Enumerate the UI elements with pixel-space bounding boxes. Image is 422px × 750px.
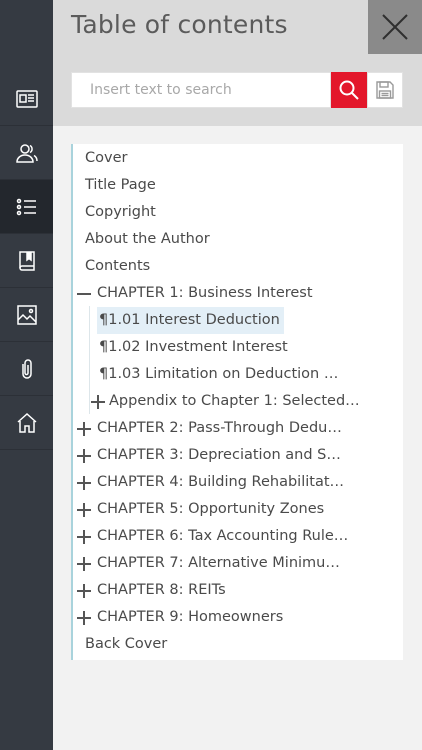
- home-icon: [17, 412, 36, 433]
- toc-item-contents[interactable]: Contents: [85, 253, 150, 280]
- toc-item-chapter-4[interactable]: CHAPTER 4: Building Rehabilitat…: [97, 469, 344, 496]
- toc-item-chapter-6[interactable]: CHAPTER 6: Tax Accounting Rule…: [97, 523, 348, 550]
- floppy-disk-icon: [376, 81, 394, 99]
- search-input[interactable]: [72, 73, 332, 107]
- toc-item-appendix-1[interactable]: Appendix to Chapter 1: Selected…: [109, 388, 360, 415]
- toc-item-chapter-9[interactable]: CHAPTER 9: Homeowners: [97, 604, 283, 631]
- toc-panel: Table of contents Cover Title Page: [53, 0, 422, 750]
- toc-item-section-1-03[interactable]: ¶1.03 Limitation on Deduction …: [99, 361, 338, 388]
- left-nav-rail: [0, 0, 53, 750]
- expand-icon[interactable]: [77, 476, 91, 490]
- toc-item-section-1-02[interactable]: ¶1.02 Investment Interest: [99, 334, 288, 361]
- close-button[interactable]: [368, 0, 422, 54]
- rail-item-cover[interactable]: [0, 72, 53, 126]
- image-gallery-icon: [16, 304, 37, 325]
- rail-item-authors[interactable]: [0, 126, 53, 180]
- toc-item-chapter-5[interactable]: CHAPTER 5: Opportunity Zones: [97, 496, 324, 523]
- toc-item-copyright[interactable]: Copyright: [85, 199, 156, 226]
- rail-item-toc[interactable]: [0, 180, 53, 234]
- toc-item-chapter-2[interactable]: CHAPTER 2: Pass-Through Dedu…: [97, 415, 342, 442]
- close-icon: [382, 14, 408, 40]
- collapse-icon[interactable]: [77, 287, 91, 301]
- toc-list-icon: [16, 198, 36, 215]
- chapter-1-subtree-line: [89, 306, 90, 414]
- expand-icon[interactable]: [77, 422, 91, 436]
- expand-icon[interactable]: [77, 611, 91, 625]
- expand-icon[interactable]: [77, 584, 91, 598]
- toc-item-chapter-7[interactable]: CHAPTER 7: Alternative Minimu…: [97, 550, 340, 577]
- expand-icon[interactable]: [77, 503, 91, 517]
- bookmark-book-icon: [18, 250, 35, 271]
- toc-item-about-author[interactable]: About the Author: [85, 226, 210, 253]
- toc-item-cover[interactable]: Cover: [85, 145, 127, 172]
- rail-item-attachments[interactable]: [0, 342, 53, 396]
- book-cover-icon: [15, 89, 38, 108]
- toc-tree: Cover Title Page Copyright About the Aut…: [71, 144, 403, 660]
- search-button[interactable]: [331, 72, 367, 108]
- toc-item-chapter-1[interactable]: CHAPTER 1: Business Interest: [97, 280, 313, 307]
- toc-item-back-cover[interactable]: Back Cover: [85, 631, 167, 658]
- paperclip-icon: [21, 358, 32, 379]
- expand-icon[interactable]: [77, 557, 91, 571]
- rail-item-images[interactable]: [0, 288, 53, 342]
- search-icon: [339, 80, 359, 100]
- search-box: [71, 72, 332, 108]
- toc-item-chapter-3[interactable]: CHAPTER 3: Depreciation and S…: [97, 442, 341, 469]
- toc-item-chapter-8[interactable]: CHAPTER 8: REITs: [97, 577, 226, 604]
- toc-item-title-page[interactable]: Title Page: [85, 172, 156, 199]
- rail-item-bookmarks[interactable]: [0, 234, 53, 288]
- page-title: Table of contents: [71, 10, 288, 39]
- rail-item-home[interactable]: [0, 396, 53, 450]
- toc-item-section-1-01[interactable]: ¶1.01 Interest Deduction: [97, 307, 284, 334]
- save-search-button[interactable]: [367, 72, 403, 108]
- authors-icon: [15, 143, 38, 163]
- expand-icon[interactable]: [77, 449, 91, 463]
- panel-header: Table of contents: [53, 0, 422, 126]
- expand-icon[interactable]: [91, 395, 105, 409]
- expand-icon[interactable]: [77, 530, 91, 544]
